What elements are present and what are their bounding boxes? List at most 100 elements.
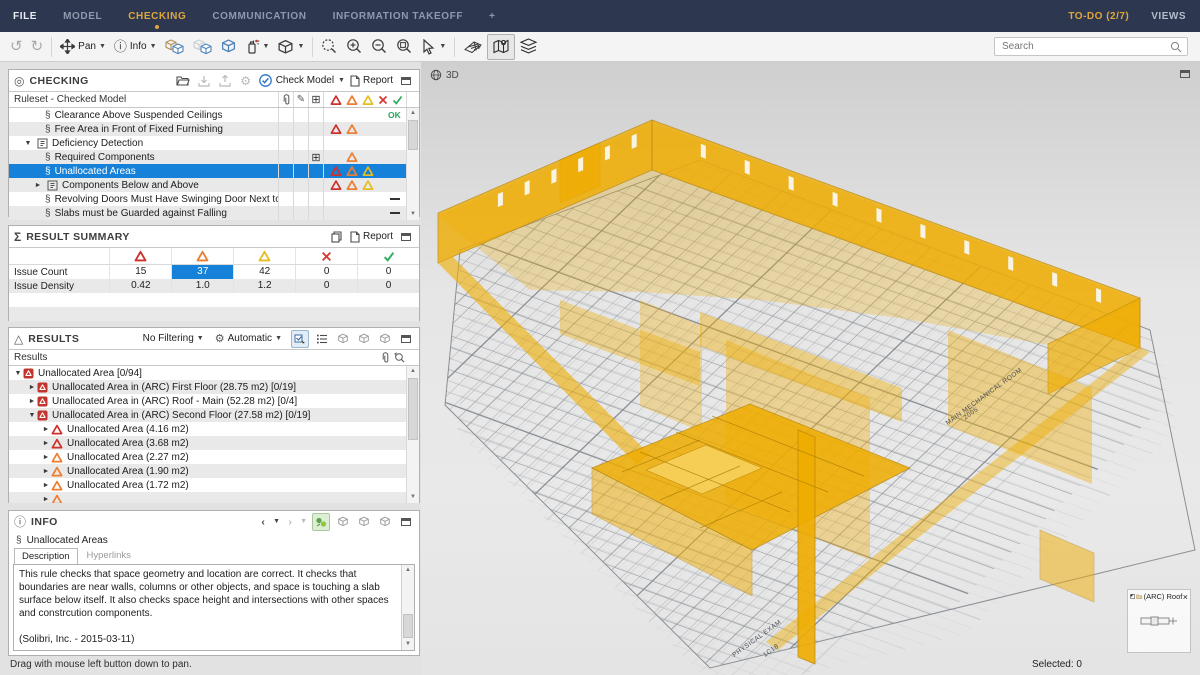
pan-tool-button[interactable]: Pan▼ [56, 35, 110, 59]
zoom-out-button[interactable] [367, 35, 392, 59]
result-summary-title: RESULT SUMMARY [26, 231, 130, 243]
result-row[interactable]: ► Unallocated Area (3.68 m2) [9, 436, 419, 450]
results-scrollbar[interactable]: ▲▼ [406, 366, 419, 503]
search-input[interactable] [1000, 40, 1166, 53]
forward-dropdown[interactable]: ▼ [300, 518, 307, 525]
export-ruleset-button[interactable] [217, 73, 233, 89]
info-tool-button[interactable]: ⓘ Info▼ [110, 35, 161, 59]
description-text-area[interactable]: This rule checks that space geometry and… [13, 564, 415, 651]
zoom-in-button[interactable] [342, 35, 367, 59]
redo-button[interactable]: ↻ [27, 35, 48, 59]
rule-group-row[interactable]: ► Components Below and Above [9, 178, 419, 192]
copy-summary-button[interactable] [329, 229, 345, 245]
accepted-icon [383, 251, 395, 262]
layers-button[interactable] [515, 35, 542, 59]
summary-row-issue-count[interactable]: Issue Count 15 37 42 0 0 [9, 265, 419, 279]
check-model-icon [259, 74, 272, 87]
presentation-icon[interactable] [377, 514, 393, 530]
moderate-severity-icon [346, 124, 358, 135]
menu-tab-file[interactable]: FILE [0, 0, 50, 32]
result-row[interactable]: ► Unallocated Area (2.27 m2) [9, 450, 419, 464]
report-button[interactable]: Report [350, 73, 393, 89]
zoom-fit-button[interactable] [317, 35, 342, 59]
menu-tab-checking[interactable]: CHECKING [115, 0, 199, 32]
auto-select-button[interactable] [312, 513, 330, 531]
viewport-maximize-button[interactable] [1180, 70, 1190, 78]
presentation-icon[interactable] [356, 514, 372, 530]
rejected-icon [378, 95, 388, 105]
result-row[interactable]: ► Unallocated Area (1.90 m2) [9, 464, 419, 478]
checking-scrollbar[interactable]: ▲▼ [406, 108, 419, 220]
panel-maximize-button[interactable] [398, 229, 414, 245]
result-row[interactable]: ▼ Unallocated Area in (ARC) Second Floor… [9, 408, 419, 422]
rule-row[interactable]: §Clearance Above Suspended Ceilings OK [9, 108, 419, 122]
presentation-icon[interactable] [377, 331, 393, 347]
checkbox-mode-button[interactable] [291, 330, 309, 348]
result-row[interactable]: ► Unallocated Area (4.16 m2) [9, 422, 419, 436]
views-button[interactable]: VIEWS [1151, 11, 1186, 22]
panel-maximize-button[interactable] [398, 73, 414, 89]
result-row[interactable]: ► Unallocated Area in (ARC) First Floor … [9, 380, 419, 394]
tab-description[interactable]: Description [14, 548, 78, 564]
rule-row[interactable]: §Slabs must be Guarded against Falling [9, 206, 419, 220]
summary-header-row [9, 247, 419, 265]
cubes-tan-icon [165, 38, 185, 55]
auto-dropdown[interactable]: ⚙Automatic▼ [215, 332, 282, 345]
zoom-fit-icon [321, 38, 338, 55]
checkbox-partial-icon[interactable] [1130, 592, 1135, 601]
not-checked-dash-icon [390, 198, 400, 200]
rule-row[interactable]: §Required Components ⊞ [9, 150, 419, 164]
rule-row[interactable]: §Revolving Doors Must Have Swinging Door… [9, 192, 419, 206]
section-tool-icon[interactable] [1183, 593, 1188, 601]
color-components-button[interactable]: ▼ [240, 35, 274, 59]
settings-icon[interactable]: ⚙ [238, 73, 254, 89]
show-component-button[interactable] [217, 35, 240, 59]
presentation-icon[interactable] [356, 331, 372, 347]
undo-button[interactable]: ↺ [6, 35, 27, 59]
zoom-window-button[interactable] [392, 35, 417, 59]
menu-tab-model[interactable]: MODEL [50, 0, 115, 32]
description-scrollbar[interactable]: ▲▼ [401, 565, 414, 650]
viewport-3d[interactable]: 3D MAIN MECHANICAL ROOM2005PHYSICAL EXAM… [421, 62, 1200, 675]
select-tool-button[interactable]: ▼ [417, 35, 450, 59]
result-row[interactable]: ► Unallocated Area (1.72 m2) [9, 478, 419, 492]
viewport-header: 3D [430, 69, 459, 81]
history-forward-button[interactable]: › [285, 514, 295, 530]
result-row[interactable]: ► Unallocated Area in (ARC) Roof - Main … [9, 394, 419, 408]
presentation-icon[interactable] [335, 331, 351, 347]
tab-hyperlinks[interactable]: Hyperlinks [80, 548, 138, 564]
summary-report-button[interactable]: Report [350, 229, 393, 245]
filter-dropdown[interactable]: No Filtering▼ [143, 333, 204, 344]
menu-tab-information-takeoff[interactable]: INFORMATION TAKEOFF [320, 0, 476, 32]
summary-row-issue-density[interactable]: Issue Density 0.42 1.0 1.2 0 0 [9, 279, 419, 293]
hide-components-button[interactable] [189, 35, 217, 59]
moderate-severity-icon [51, 480, 63, 491]
folder-rules-icon [47, 180, 58, 191]
panel-maximize-button[interactable] [398, 331, 414, 347]
rule-group-row[interactable]: ▼ Deficiency Detection [9, 136, 419, 150]
component-visibility-button[interactable]: ▼ [273, 35, 308, 59]
history-back-button[interactable]: ‹ [258, 514, 268, 530]
menu-tab-communication[interactable]: COMMUNICATION [199, 0, 319, 32]
bim-model-canvas[interactable]: MAIN MECHANICAL ROOM2005PHYSICAL EXAM1C1… [421, 62, 1200, 675]
show-all-components-button[interactable] [161, 35, 189, 59]
layers-icon [519, 38, 538, 55]
map-view-button[interactable] [487, 34, 515, 60]
import-ruleset-button[interactable] [196, 73, 212, 89]
rule-row-selected[interactable]: §Unallocated Areas [9, 164, 419, 178]
section-overlay-panel[interactable]: (ARC) Roof [1127, 589, 1191, 653]
section-slider[interactable] [1139, 615, 1179, 627]
zoom-select-column-icon [392, 350, 406, 365]
check-model-button[interactable]: Check Model▼ [259, 73, 345, 89]
back-dropdown[interactable]: ▼ [273, 518, 280, 525]
panel-maximize-button[interactable] [398, 514, 414, 530]
presentation-icon[interactable] [335, 514, 351, 530]
rule-row[interactable]: §Free Area in Front of Fixed Furnishing [9, 122, 419, 136]
result-row[interactable]: ▼ Unallocated Area [0/94] [9, 366, 419, 380]
result-row-partial[interactable]: ► [9, 492, 419, 503]
list-mode-button[interactable] [314, 331, 330, 347]
menu-tab-add[interactable]: + [476, 0, 508, 32]
section-plane-button[interactable] [459, 35, 487, 59]
todo-button[interactable]: TO-DO (2/7) [1068, 11, 1129, 22]
open-ruleset-button[interactable] [175, 73, 191, 89]
